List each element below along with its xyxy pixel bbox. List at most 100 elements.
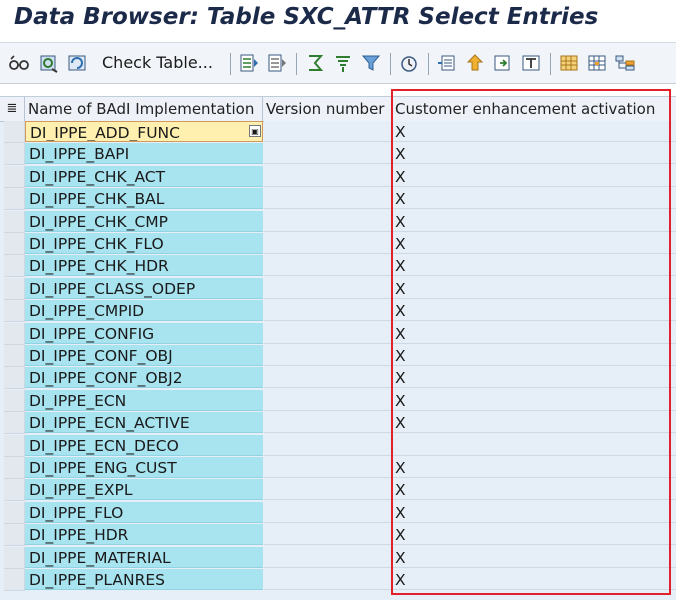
cell-version[interactable] [264,300,392,322]
row-selector[interactable] [4,479,25,502]
table-row[interactable]: DI_IPPE_ENG_CUST X [0,457,676,479]
cell-badi-name[interactable]: DI_IPPE_CONFIG [25,322,263,344]
cell-badi-name[interactable]: DI_IPPE_MATERIAL [25,546,263,568]
cell-version[interactable] [264,210,392,232]
cell-badi-name[interactable]: DI_IPPE_EXPL [25,479,263,501]
row-selector[interactable] [4,434,25,457]
cell-version[interactable] [264,389,392,411]
table-row[interactable]: DI_IPPE_HDR X [0,524,676,547]
cell-activation[interactable]: X [393,367,676,389]
row-selector[interactable] [4,412,25,435]
cell-badi-name[interactable]: DI_IPPE_CLASS_ODEP [25,277,263,299]
cell-activation[interactable]: X [393,300,676,322]
cell-activation[interactable]: X [393,546,676,568]
cell-activation[interactable]: X [393,412,676,434]
row-selector[interactable] [4,255,25,278]
cell-badi-name[interactable]: DI_IPPE_CONF_OBJ [25,345,263,366]
table-row[interactable]: DI_IPPE_PLANRES X [0,569,676,591]
row-selector[interactable] [4,300,25,323]
cell-badi-name[interactable]: DI_IPPE_CHK_FLO [25,233,263,254]
cell-activation[interactable]: X [393,322,676,344]
table-row[interactable]: DI_IPPE_ECN_ACTIVE X [0,412,676,435]
row-selector[interactable] [4,345,25,367]
cell-badi-name[interactable]: DI_IPPE_CONF_OBJ2 [25,367,263,389]
sort-asc-icon[interactable] [238,53,260,73]
cell-activation[interactable]: X [393,210,676,232]
cell-badi-name[interactable]: DI_IPPE_ADD_FUNC ▣ [25,121,263,142]
cell-badi-name[interactable]: DI_IPPE_ECN_DECO [25,434,263,456]
cell-version[interactable] [264,569,392,590]
cell-activation[interactable]: X [393,345,676,366]
table-row[interactable]: DI_IPPE_MATERIAL X [0,546,676,569]
cell-version[interactable] [264,479,392,501]
cell-version[interactable] [264,524,392,546]
table-row[interactable]: DI_IPPE_CONF_OBJ X [0,345,676,367]
cell-version[interactable] [264,434,392,456]
table-row[interactable]: DI_IPPE_ADD_FUNC ▣ X [0,121,676,143]
cell-badi-name[interactable]: DI_IPPE_ECN_ACTIVE [25,412,263,434]
table-row[interactable]: DI_IPPE_FLO X [0,501,676,524]
column-header-version[interactable]: Version number [264,97,392,121]
table-row[interactable]: DI_IPPE_CLASS_ODEP X [0,277,676,300]
row-selector[interactable] [4,367,25,390]
row-selector[interactable] [4,569,25,591]
cell-version[interactable] [264,277,392,299]
cell-version[interactable] [264,165,392,187]
cell-activation[interactable]: X [393,165,676,187]
cell-version[interactable] [264,501,392,523]
cell-version[interactable] [264,121,392,142]
cell-version[interactable] [264,322,392,344]
table-row[interactable]: DI_IPPE_CHK_ACT X [0,165,676,188]
subtotal-icon[interactable] [332,53,354,73]
cell-activation[interactable]: X [393,479,676,501]
cell-version[interactable] [264,233,392,254]
row-selector[interactable] [4,457,25,479]
table-row[interactable]: DI_IPPE_CONFIG X [0,322,676,345]
column-header-badi-name[interactable]: Name of BAdI Implementation [25,97,263,121]
tree-icon[interactable] [586,53,608,73]
cell-version[interactable] [264,345,392,366]
table-row[interactable]: DI_IPPE_EXPL X [0,479,676,502]
cell-activation[interactable]: X [393,143,676,165]
table-row[interactable]: DI_IPPE_CHK_FLO X [0,233,676,255]
cell-activation[interactable]: X [393,457,676,478]
cell-detail-icon[interactable]: ▣ [249,125,261,137]
hierarchy-icon[interactable] [614,53,636,73]
glasses-icon[interactable] [8,53,30,73]
cell-badi-name[interactable]: DI_IPPE_CHK_HDR [25,255,263,277]
cell-activation[interactable]: X [393,277,676,299]
grid-icon[interactable] [558,53,580,73]
refresh-icon[interactable] [38,53,60,73]
table-row[interactable]: DI_IPPE_CONF_OBJ2 X [0,367,676,390]
cell-badi-name[interactable]: DI_IPPE_CHK_ACT [25,165,263,187]
row-selector[interactable] [4,143,25,166]
table-row[interactable]: DI_IPPE_BAPI X [0,143,676,166]
cell-badi-name[interactable]: DI_IPPE_PLANRES [25,569,263,590]
cell-activation[interactable]: X [393,569,676,590]
cell-activation[interactable]: X [393,524,676,546]
cell-activation[interactable]: X [393,255,676,277]
table-row[interactable]: DI_IPPE_ECN X [0,389,676,412]
column-header-activation[interactable]: Customer enhancement activation [393,97,676,121]
cell-version[interactable] [264,143,392,165]
information-icon[interactable] [520,53,542,73]
cell-badi-name[interactable]: DI_IPPE_CHK_BAL [25,188,263,210]
row-selector[interactable] [4,389,25,412]
layout-icon[interactable] [492,53,514,73]
row-selector[interactable] [4,233,25,255]
cell-version[interactable] [264,255,392,277]
row-selector[interactable] [4,501,25,524]
row-selector[interactable] [4,121,25,143]
cell-version[interactable] [264,188,392,210]
cell-badi-name[interactable]: DI_IPPE_BAPI [25,143,263,165]
table-row[interactable]: DI_IPPE_CHK_BAL X [0,188,676,211]
sort-desc-icon[interactable] [266,53,288,73]
cell-activation[interactable] [393,434,676,456]
total-icon[interactable] [304,53,326,73]
cell-activation[interactable]: X [393,501,676,523]
cell-badi-name[interactable]: DI_IPPE_HDR [25,524,263,546]
filter-icon[interactable] [360,53,382,73]
details-icon[interactable] [66,53,88,73]
table-row[interactable]: DI_IPPE_ECN_DECO [0,434,676,457]
cell-badi-name[interactable]: DI_IPPE_ECN [25,389,263,411]
